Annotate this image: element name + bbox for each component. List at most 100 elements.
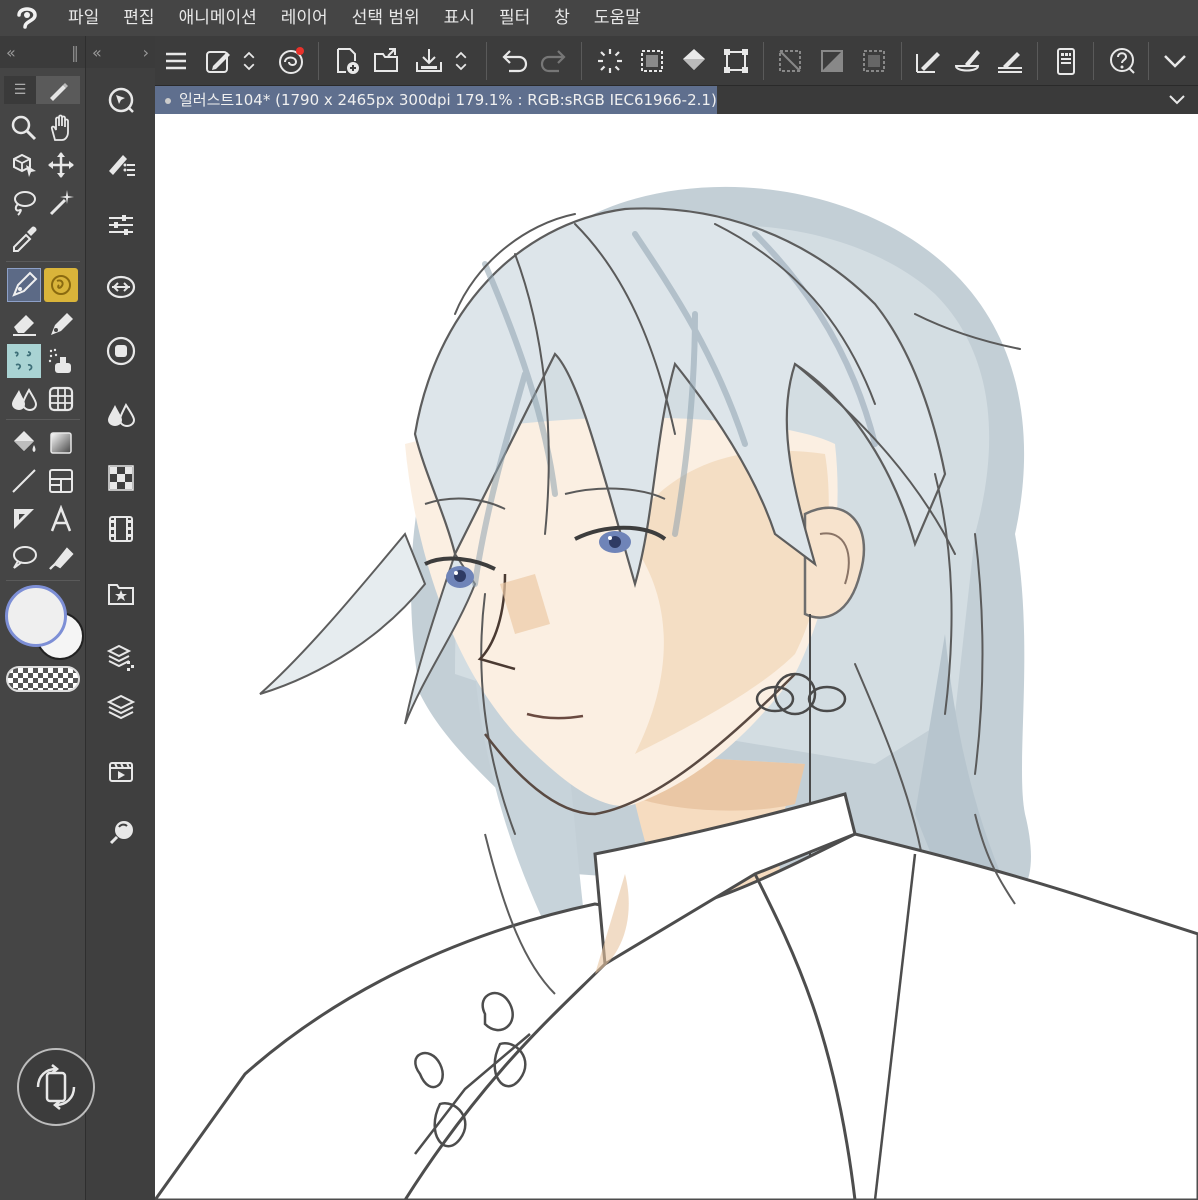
transform-icon[interactable]: [718, 44, 754, 78]
fill-bucket-icon[interactable]: [7, 426, 41, 460]
new-file-icon[interactable]: [329, 44, 365, 78]
layer-brush-icon[interactable]: [950, 44, 986, 78]
clip-studio-window: 파일 편집 애니메이션 레이어 선택 범위 표시 필터 창 도움말 « ‖ ☰: [0, 0, 1198, 1200]
clip-icon[interactable]: [814, 44, 850, 78]
magic-wand-icon[interactable]: [44, 185, 78, 219]
pattern-icon[interactable]: [7, 344, 41, 378]
balloon-icon[interactable]: [7, 540, 41, 574]
toolbar-separator: [1037, 42, 1038, 80]
open-file-icon[interactable]: [369, 44, 405, 78]
tool-separator: [6, 580, 80, 581]
hide-selection-icon[interactable]: [772, 44, 808, 78]
zoom-icon[interactable]: [7, 111, 41, 145]
menu-bar: 파일 편집 애니메이션 레이어 선택 범위 표시 필터 창 도움말: [0, 0, 1198, 36]
tool-property-icon[interactable]: [102, 206, 140, 244]
collapse-right-button[interactable]: «: [92, 43, 102, 62]
grid-fill-icon[interactable]: [44, 382, 78, 416]
document-tab[interactable]: 일러스트104* (1790 x 2465px 300dpi 179.1% : …: [155, 86, 717, 114]
main-color-swatch[interactable]: [5, 585, 67, 647]
correction-icon[interactable]: [44, 540, 78, 574]
undo-icon[interactable]: [496, 44, 532, 78]
navigator-icon[interactable]: [102, 81, 140, 119]
blend-icon[interactable]: [7, 382, 41, 416]
animation-cels-icon[interactable]: [102, 752, 140, 790]
reference-layer-icon[interactable]: [856, 44, 892, 78]
toolbar-separator: [1093, 42, 1094, 80]
tool-panel-header: « ‖: [0, 36, 85, 68]
menu-view[interactable]: 표시: [432, 0, 487, 36]
expand-button[interactable]: ›: [143, 43, 149, 62]
move-icon[interactable]: [44, 148, 78, 182]
auto-action-icon[interactable]: [102, 814, 140, 852]
gradient-icon[interactable]: [44, 426, 78, 460]
material-icon[interactable]: [102, 574, 140, 612]
panel-grip-icon[interactable]: ‖: [71, 43, 79, 62]
eraser-icon[interactable]: [7, 306, 41, 340]
select-all-icon[interactable]: [634, 44, 670, 78]
record-icon[interactable]: [273, 44, 309, 78]
menu-icon[interactable]: [158, 44, 194, 78]
sub-tool-icon[interactable]: [102, 144, 140, 182]
toolbar-separator: [486, 42, 487, 80]
ruler-snap-icon[interactable]: [992, 44, 1028, 78]
menu-filter[interactable]: 필터: [487, 0, 542, 36]
toolbar-separator: [581, 42, 582, 80]
tab-list-chevron-icon[interactable]: [1166, 88, 1188, 110]
lasso-select-icon[interactable]: [7, 185, 41, 219]
timeline-icon[interactable]: [102, 510, 140, 548]
pen-tab-icon[interactable]: [36, 76, 80, 104]
clip-studio-logo-icon[interactable]: [0, 0, 56, 36]
menu-selection[interactable]: 선택 범위: [340, 0, 432, 36]
clear-selection-icon[interactable]: [592, 44, 628, 78]
command-bar: [155, 36, 1198, 86]
eyedropper-icon[interactable]: [7, 222, 41, 256]
line-icon[interactable]: [7, 464, 41, 498]
airbrush-icon[interactable]: [44, 344, 78, 378]
brush-icon[interactable]: [44, 268, 78, 302]
brush-size-icon[interactable]: [102, 268, 140, 306]
illustration-artwork: [155, 186, 1198, 1200]
device-icon[interactable]: [1048, 44, 1084, 78]
transparent-color-chip[interactable]: [6, 666, 80, 692]
up-down-icon[interactable]: [237, 44, 261, 78]
help-icon[interactable]: [1104, 44, 1140, 78]
draft-layer-icon[interactable]: [910, 44, 946, 78]
menu-window[interactable]: 창: [542, 0, 582, 36]
frame-icon[interactable]: [44, 464, 78, 498]
menu-edit[interactable]: 편집: [111, 0, 166, 36]
toolbar-separator: [1148, 42, 1149, 80]
toolbar-separator: [318, 42, 319, 80]
menu-animation[interactable]: 애니메이션: [167, 0, 269, 36]
color-set-icon[interactable]: [102, 459, 140, 497]
decoration-pen-icon[interactable]: [44, 306, 78, 340]
menu-layer[interactable]: 레이어: [269, 0, 340, 36]
menu-file[interactable]: 파일: [56, 0, 111, 36]
fill-icon[interactable]: [676, 44, 712, 78]
tool-separator: [6, 261, 80, 262]
layer-property-icon[interactable]: [102, 638, 140, 676]
document-tab-bar: 일러스트104* (1790 x 2465px 300dpi 179.1% : …: [155, 86, 1198, 114]
edit-icon[interactable]: [200, 44, 236, 78]
drawing-canvas[interactable]: [155, 114, 1198, 1200]
menu-help[interactable]: 도움말: [582, 0, 653, 36]
more-icon[interactable]: [1157, 44, 1193, 78]
ruler-icon[interactable]: [7, 502, 41, 536]
hand-icon[interactable]: [44, 111, 78, 145]
toolbar-separator: [763, 42, 764, 80]
intermediate-color-icon[interactable]: [102, 396, 140, 434]
collapse-left-button[interactable]: «: [6, 43, 16, 62]
save-icon[interactable]: [411, 44, 447, 78]
command-side-panel: « ›: [86, 36, 155, 1200]
redo-icon[interactable]: [536, 44, 572, 78]
save-menu-icon[interactable]: [449, 44, 473, 78]
side-panel-header: « ›: [86, 36, 155, 68]
color-wheel-icon[interactable]: [102, 332, 140, 370]
object-select-icon[interactable]: [7, 148, 41, 182]
toolbar-separator: [901, 42, 902, 80]
layer-icon[interactable]: [102, 688, 140, 726]
canvas-rotate-icon[interactable]: [17, 1048, 95, 1126]
pen-icon[interactable]: [7, 268, 41, 302]
tool-tabs: ☰: [4, 76, 82, 104]
tool-menu-tab[interactable]: ☰: [4, 76, 36, 104]
text-icon[interactable]: [44, 502, 78, 536]
